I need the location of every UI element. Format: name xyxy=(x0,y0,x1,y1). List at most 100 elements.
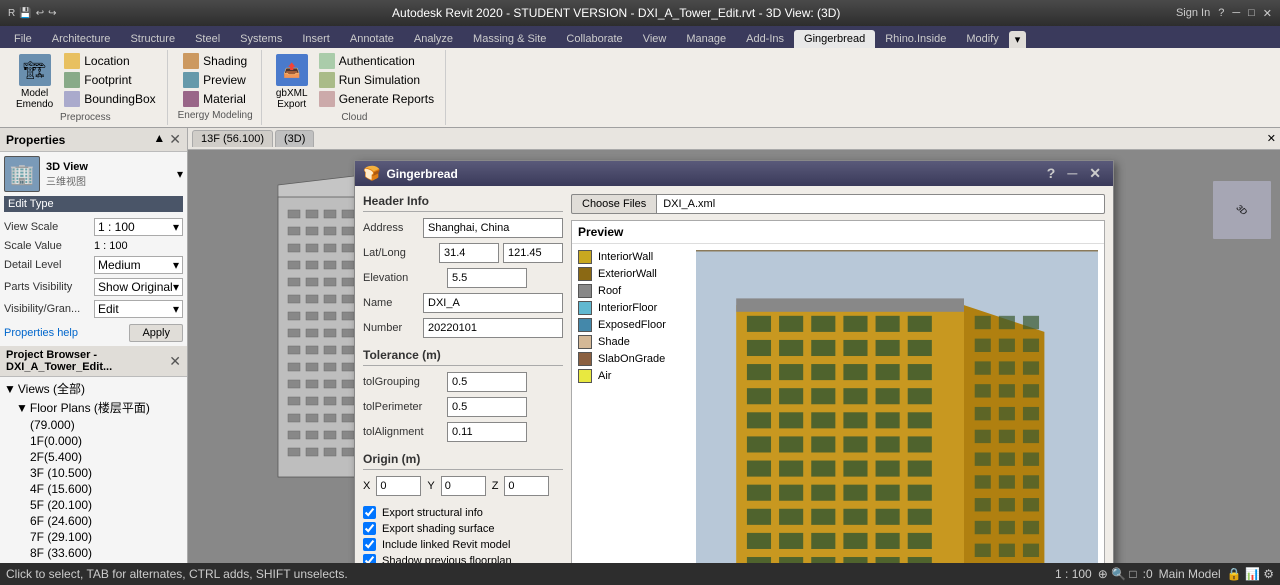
tree-views[interactable]: ▼ Views (全部) xyxy=(4,379,183,398)
properties-apply-btn[interactable]: Apply xyxy=(129,324,183,342)
visibility-value[interactable]: Edit▾ xyxy=(94,300,183,318)
origin-z-label: Z xyxy=(492,480,499,492)
auth-btn[interactable]: Authentication xyxy=(316,52,437,70)
status-scale: 1 : 100 xyxy=(1055,567,1092,581)
shading-btn[interactable]: Shading xyxy=(180,52,250,70)
checkbox-shadow-floorplan[interactable] xyxy=(363,554,376,563)
scale-value-row: Scale Value 1 : 100 xyxy=(4,238,183,254)
edit-type-btn[interactable]: Edit Type xyxy=(4,196,183,212)
floor-item-0[interactable]: (79.000) xyxy=(30,417,183,433)
canvas-tab-1[interactable]: (3D) xyxy=(275,130,314,147)
dialog-close-btn[interactable]: ✕ xyxy=(1085,165,1105,182)
scale-value-label: Scale Value xyxy=(4,240,94,252)
tab-manage[interactable]: Manage xyxy=(676,30,736,48)
preview-btn[interactable]: Preview xyxy=(180,71,250,89)
tab-steel[interactable]: Steel xyxy=(185,30,230,48)
view-type-dropdown[interactable]: ▾ xyxy=(177,167,183,181)
properties-header-controls: ▲ ✕ xyxy=(153,131,181,148)
material-btn[interactable]: Material xyxy=(180,90,250,108)
floor-item-4[interactable]: 4F (15.600) xyxy=(30,481,183,497)
tab-file[interactable]: File xyxy=(4,30,42,48)
signin-btn[interactable]: Sign In xyxy=(1176,7,1210,20)
checkbox-shading-surface[interactable] xyxy=(363,522,376,535)
tab-insert[interactable]: Insert xyxy=(292,30,340,48)
location-btn[interactable]: Location xyxy=(61,52,158,70)
tol-grouping-input[interactable] xyxy=(447,372,527,392)
floor-item-5[interactable]: 5F (20.100) xyxy=(30,497,183,513)
properties-close-btn[interactable]: ✕ xyxy=(169,131,181,148)
status-bar: Click to select, TAB for alternates, CTR… xyxy=(0,563,1280,585)
tab-collaborate[interactable]: Collaborate xyxy=(556,30,632,48)
tab-architecture[interactable]: Architecture xyxy=(42,30,121,48)
floor-item-3[interactable]: 3F (10.500) xyxy=(30,465,183,481)
tol-perimeter-input[interactable] xyxy=(447,397,527,417)
lat-input[interactable] xyxy=(439,243,499,263)
quick-access-redo[interactable]: ↪ xyxy=(48,8,56,19)
close-btn[interactable]: ✕ xyxy=(1263,7,1272,20)
tolerance-title: Tolerance (m) xyxy=(363,348,563,366)
model-emendo-icon: 🏗 xyxy=(19,54,51,86)
dialog-help-btn[interactable]: ? xyxy=(1043,165,1060,182)
properties-expand-btn[interactable]: ▲ xyxy=(153,131,165,148)
legend-color-3 xyxy=(578,301,592,315)
parts-vis-value[interactable]: Show Original▾ xyxy=(94,278,183,296)
tab-analyze[interactable]: Analyze xyxy=(404,30,463,48)
floor-item-6[interactable]: 6F (24.600) xyxy=(30,513,183,529)
origin-y-input[interactable] xyxy=(441,476,486,496)
run-sim-btn[interactable]: Run Simulation xyxy=(316,71,437,89)
tab-rhinoinside[interactable]: Rhino.Inside xyxy=(875,30,956,48)
dialog-titlebar: 🍞 Gingerbread ? ─ ✕ xyxy=(355,161,1113,186)
detail-level-value[interactable]: Medium▾ xyxy=(94,256,183,274)
number-input[interactable] xyxy=(423,318,563,338)
gbxml-export-btn[interactable]: 📤 gbXMLExport xyxy=(272,52,312,112)
properties-help-link[interactable]: Properties help xyxy=(4,327,78,339)
legend-color-5 xyxy=(578,335,592,349)
number-row: Number xyxy=(363,318,563,338)
address-input[interactable] xyxy=(423,218,563,238)
canvas-close-btn[interactable]: ✕ xyxy=(1267,132,1276,145)
tab-dropdown[interactable]: ▾ xyxy=(1009,31,1027,48)
project-browser-close-btn[interactable]: ✕ xyxy=(169,353,181,370)
maximize-btn[interactable]: □ xyxy=(1248,7,1255,20)
view-scale-value[interactable]: 1 : 100▾ xyxy=(94,218,183,236)
floor-item-9[interactable]: 9F (38.100) xyxy=(30,561,183,563)
name-input[interactable] xyxy=(423,293,563,313)
choose-files-btn[interactable]: Choose Files xyxy=(571,194,657,214)
tab-structure[interactable]: Structure xyxy=(120,30,185,48)
dialog-minimize-btn[interactable]: ─ xyxy=(1063,165,1081,182)
floor-item-8[interactable]: 8F (33.600) xyxy=(30,545,183,561)
footprint-btn[interactable]: Footprint xyxy=(61,71,158,89)
tree-floor-plans[interactable]: ▼ Floor Plans (楼层平面) xyxy=(16,398,183,417)
tab-systems[interactable]: Systems xyxy=(230,30,292,48)
checkbox-structural-info[interactable] xyxy=(363,506,376,519)
tab-annotate[interactable]: Annotate xyxy=(340,30,404,48)
floor-item-2[interactable]: 2F(5.400) xyxy=(30,449,183,465)
model-emendo-btn[interactable]: 🏗 ModelEmendo xyxy=(12,52,57,112)
tab-gingerbread[interactable]: Gingerbread xyxy=(794,30,875,48)
status-text: Click to select, TAB for alternates, CTR… xyxy=(6,567,348,581)
tol-alignment-input[interactable] xyxy=(447,422,527,442)
reports-btn[interactable]: Generate Reports xyxy=(316,90,437,108)
tol-alignment-label: tolAlignment xyxy=(363,426,443,438)
tab-view[interactable]: View xyxy=(633,30,677,48)
tab-modify[interactable]: Modify xyxy=(956,30,1008,48)
quick-access-save[interactable]: 💾 xyxy=(19,8,31,19)
legend-item-4: ExposedFloor xyxy=(578,318,688,332)
preprocess-label: Preprocess xyxy=(60,112,111,125)
legend-color-2 xyxy=(578,284,592,298)
checkbox-1: Export shading surface xyxy=(363,522,563,535)
floor-item-7[interactable]: 7F (29.100) xyxy=(30,529,183,545)
minimize-btn[interactable]: ─ xyxy=(1232,7,1240,20)
tab-massing[interactable]: Massing & Site xyxy=(463,30,556,48)
help-btn[interactable]: ? xyxy=(1218,7,1224,20)
floor-item-1[interactable]: 1F(0.000) xyxy=(30,433,183,449)
canvas-tab-0[interactable]: 13F (56.100) xyxy=(192,130,273,147)
quick-access-undo[interactable]: ↩ xyxy=(36,8,44,19)
elevation-input[interactable] xyxy=(447,268,527,288)
tab-addins[interactable]: Add-Ins xyxy=(736,30,794,48)
lng-input[interactable] xyxy=(503,243,563,263)
origin-x-input[interactable] xyxy=(376,476,421,496)
boundingbox-btn[interactable]: BoundingBox xyxy=(61,90,158,108)
origin-z-input[interactable] xyxy=(504,476,549,496)
checkbox-linked-revit[interactable] xyxy=(363,538,376,551)
